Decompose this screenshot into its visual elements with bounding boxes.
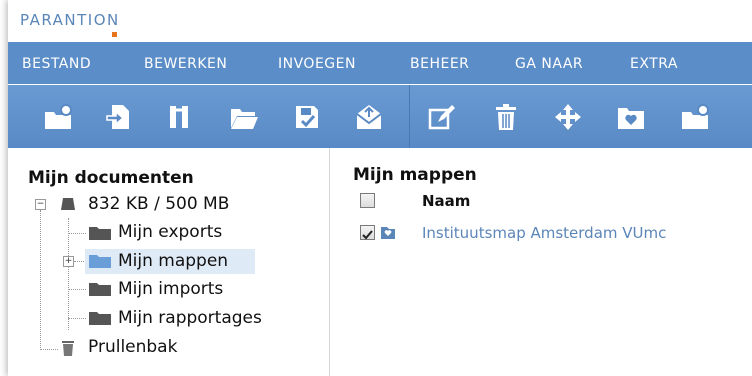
- checkmark-icon: [362, 230, 373, 240]
- row-checkbox[interactable]: [360, 225, 375, 240]
- edit-icon[interactable]: [426, 102, 456, 132]
- tree-item-quota[interactable]: 832 KB / 500 MB: [88, 194, 229, 214]
- content-title: Mijn mappen: [353, 165, 477, 185]
- tree-item-trash[interactable]: Prullenbak: [88, 337, 177, 357]
- mail-icon[interactable]: [354, 102, 384, 132]
- move-icon[interactable]: [553, 102, 583, 132]
- collapse-toggle[interactable]: −: [35, 199, 46, 210]
- storage-icon: [60, 196, 76, 216]
- expand-toggle[interactable]: +: [63, 256, 74, 267]
- menu-bar: BESTAND BEWERKEN INVOEGEN BEHEER GA NAAR…: [8, 42, 752, 84]
- tree-line: [40, 349, 58, 350]
- import-icon[interactable]: [104, 102, 134, 132]
- tree-line: [68, 233, 86, 234]
- folder-icon: [88, 281, 112, 301]
- menu-bewerken[interactable]: BEWERKEN: [144, 56, 227, 72]
- brand-logo: PARANTION: [20, 11, 120, 29]
- folder-icon: [88, 310, 112, 330]
- folder-icon: [88, 253, 112, 273]
- institute-folder-icon: [380, 225, 396, 244]
- toolbar-separator: [409, 85, 410, 148]
- save-icon[interactable]: [292, 102, 322, 132]
- tree-line: [68, 318, 86, 319]
- menu-extra[interactable]: EXTRA: [630, 56, 678, 72]
- folder-settings-icon[interactable]: [680, 102, 710, 132]
- favorite-folder-icon[interactable]: [616, 102, 646, 132]
- delete-icon[interactable]: [491, 102, 521, 132]
- tree-item-imports[interactable]: Mijn imports: [118, 279, 223, 299]
- select-all-checkbox[interactable]: [360, 193, 375, 208]
- content-pane: Mijn mappen Naam Instituutsmap Amsterdam…: [330, 148, 752, 376]
- tree-title: Mijn documenten: [28, 168, 194, 188]
- column-header-name[interactable]: Naam: [422, 192, 470, 210]
- tree-line: [68, 218, 69, 330]
- folder-icon: [88, 225, 112, 245]
- app-frame: PARANTION BESTAND BEWERKEN INVOEGEN BEHE…: [8, 0, 752, 376]
- toolbar: [8, 85, 752, 148]
- trash-icon: [61, 339, 75, 361]
- menu-bestand[interactable]: BESTAND: [22, 56, 91, 72]
- tree-line: [68, 289, 86, 290]
- folder-link[interactable]: Instituutsmap Amsterdam VUmc: [422, 224, 666, 242]
- menu-beheer[interactable]: BEHEER: [410, 56, 469, 72]
- tree-item-exports[interactable]: Mijn exports: [118, 222, 222, 242]
- tree-item-rapportages[interactable]: Mijn rapportages: [118, 308, 262, 328]
- logo-accent-dot: [112, 32, 117, 37]
- relations-icon[interactable]: [164, 102, 194, 132]
- menu-invoegen[interactable]: INVOEGEN: [278, 56, 356, 72]
- open-folder-icon[interactable]: [229, 102, 259, 132]
- tree-line: [40, 210, 41, 350]
- menu-ga-naar[interactable]: GA NAAR: [515, 56, 583, 72]
- tree-item-mappen[interactable]: Mijn mappen: [118, 251, 228, 271]
- new-folder-icon[interactable]: [43, 102, 73, 132]
- tree-pane: Mijn documenten − 832 KB / 500 MB Mijn e…: [8, 148, 330, 376]
